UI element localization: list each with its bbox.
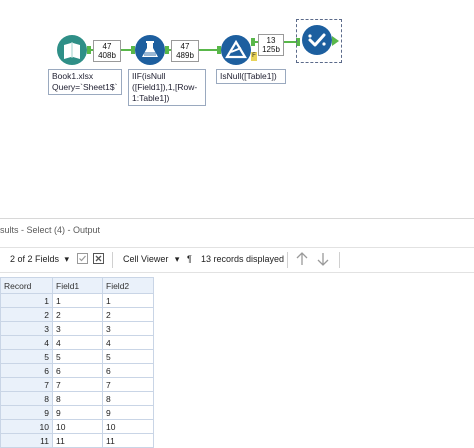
arrow-down-icon[interactable] [317,252,329,268]
table-cell[interactable]: 2 [52,307,103,322]
connection-line [199,49,217,51]
cell-viewer-label: Cell Viewer [123,254,169,264]
connection-line [284,41,296,43]
column-header-field2[interactable]: Field2 [102,277,154,294]
deselect-icon[interactable] [93,253,104,266]
badge-records: 13 [266,36,276,45]
chevron-down-icon: ▾ [64,254,70,264]
paragraph-icon[interactable]: ¶ [187,254,192,264]
table-cell[interactable]: 1 [52,293,103,308]
output-anchor[interactable] [332,36,339,46]
checkbox-icon[interactable] [77,253,88,266]
record-number-cell[interactable]: 6 [0,363,53,378]
table-row[interactable]: 10 10 10 [0,419,154,434]
book-icon [64,42,80,59]
results-panel: sults - Select (4) - Output 2 of 2 Field… [0,218,474,448]
record-number-cell[interactable]: 10 [0,419,53,434]
flask-icon [142,41,158,57]
table-cell[interactable]: 4 [102,335,154,350]
workflow-canvas[interactable]: 47 408b 47 489b F 13 125b Book1.xlsx Que… [0,0,474,218]
table-row[interactable]: 999 [0,405,154,420]
table-cell[interactable]: 6 [102,363,154,378]
triangle-icon [225,39,247,59]
table-cell[interactable]: 9 [102,405,154,420]
select-tool[interactable] [302,25,332,55]
results-toolbar: 2 of 2 Fields ▾ Cell Viewer ▾ ¶ 13 recor… [0,247,474,273]
record-number-cell[interactable]: 11 [0,433,53,448]
table-cell[interactable]: 11 [52,433,103,448]
record-count-badge: 47 408b [93,40,121,62]
annotation-line: IIF(isNull [132,71,166,81]
badge-size: 489b [176,51,194,60]
table-cell[interactable]: 5 [102,349,154,364]
record-number-cell[interactable]: 1 [0,293,53,308]
filter-annotation: IsNull([Table1]) [216,69,286,84]
table-row[interactable]: 111 [0,293,154,308]
filter-tool[interactable] [221,35,251,65]
record-number-cell[interactable]: 9 [0,405,53,420]
record-number-cell[interactable]: 4 [0,335,53,350]
results-table: Record Field1 Field2 1112223334445556667… [0,277,154,448]
annotation-line: IsNull([Table1]) [220,71,277,81]
chevron-down-icon: ▾ [174,254,180,264]
table-cell[interactable]: 1 [102,293,154,308]
column-header-field1[interactable]: Field1 [52,277,103,294]
results-table-body: 1 1 1 2 2 2 3 3 3 4 4 4 5 5 5 6 6 6 7 7 7 8 8 8 9 9 9 10 10 10 11 11 11 [0,293,154,448]
annotation-line: Query=`Sheet1$` [52,82,118,92]
record-number-cell[interactable]: 7 [0,377,53,392]
record-number-cell[interactable]: 3 [0,321,53,336]
records-count-label: 13 records displayed [201,254,285,264]
formula-tool[interactable] [135,35,165,65]
formula-annotation: IIF(isNull ([Field1]),1,[Row- 1:Table1]) [128,69,206,106]
cell-viewer-dropdown[interactable]: Cell Viewer ▾ [123,254,179,265]
table-cell[interactable]: 3 [102,321,154,336]
record-count-badge: 47 489b [171,40,199,62]
table-row[interactable]: 777 [0,377,154,392]
table-cell[interactable]: 8 [52,391,103,406]
checkmark-icon [308,33,326,47]
badge-size: 125b [262,45,280,54]
arrow-up-icon[interactable] [296,252,308,268]
column-header-record[interactable]: Record [0,277,53,294]
table-row[interactable]: 666 [0,363,154,378]
input-data-tool[interactable] [57,35,87,65]
table-cell[interactable]: 5 [52,349,103,364]
table-cell[interactable]: 9 [52,405,103,420]
fields-dropdown-label: 2 of 2 Fields [10,254,60,264]
table-cell[interactable]: 10 [102,419,154,434]
toolbar-divider [112,252,113,268]
badge-records: 47 [180,42,190,51]
table-row[interactable]: 444 [0,335,154,350]
toolbar-divider [287,252,288,268]
table-cell[interactable]: 3 [52,321,103,336]
table-cell[interactable]: 7 [52,377,103,392]
results-title: sults - Select (4) - Output [0,225,101,235]
table-cell[interactable]: 2 [102,307,154,322]
input-annotation: Book1.xlsx Query=`Sheet1$` [48,69,122,95]
table-cell[interactable]: 10 [52,419,103,434]
table-cell[interactable]: 11 [102,433,154,448]
fields-dropdown[interactable]: 2 of 2 Fields ▾ [10,254,69,265]
table-row[interactable]: 11 11 11 [0,433,154,448]
table-cell[interactable]: 4 [52,335,103,350]
badge-size: 408b [98,51,116,60]
table-cell[interactable]: 8 [102,391,154,406]
record-number-cell[interactable]: 8 [0,391,53,406]
record-number-cell[interactable]: 5 [0,349,53,364]
table-row[interactable]: 888 [0,391,154,406]
badge-records: 47 [102,42,112,51]
toolbar-divider [339,252,340,268]
table-row[interactable]: 222 [0,307,154,322]
record-count-badge: 13 125b [258,34,284,56]
table-cell[interactable]: 6 [52,363,103,378]
table-row[interactable]: 333 [0,321,154,336]
annotation-line: 1:Table1]) [132,93,170,103]
table-row[interactable]: 555 [0,349,154,364]
annotation-line: Book1.xlsx [52,71,94,81]
false-anchor[interactable]: F [251,52,257,61]
annotation-line: ([Field1]),1,[Row- [132,82,198,92]
connection-line [121,49,131,51]
table-cell[interactable]: 7 [102,377,154,392]
record-number-cell[interactable]: 2 [0,307,53,322]
